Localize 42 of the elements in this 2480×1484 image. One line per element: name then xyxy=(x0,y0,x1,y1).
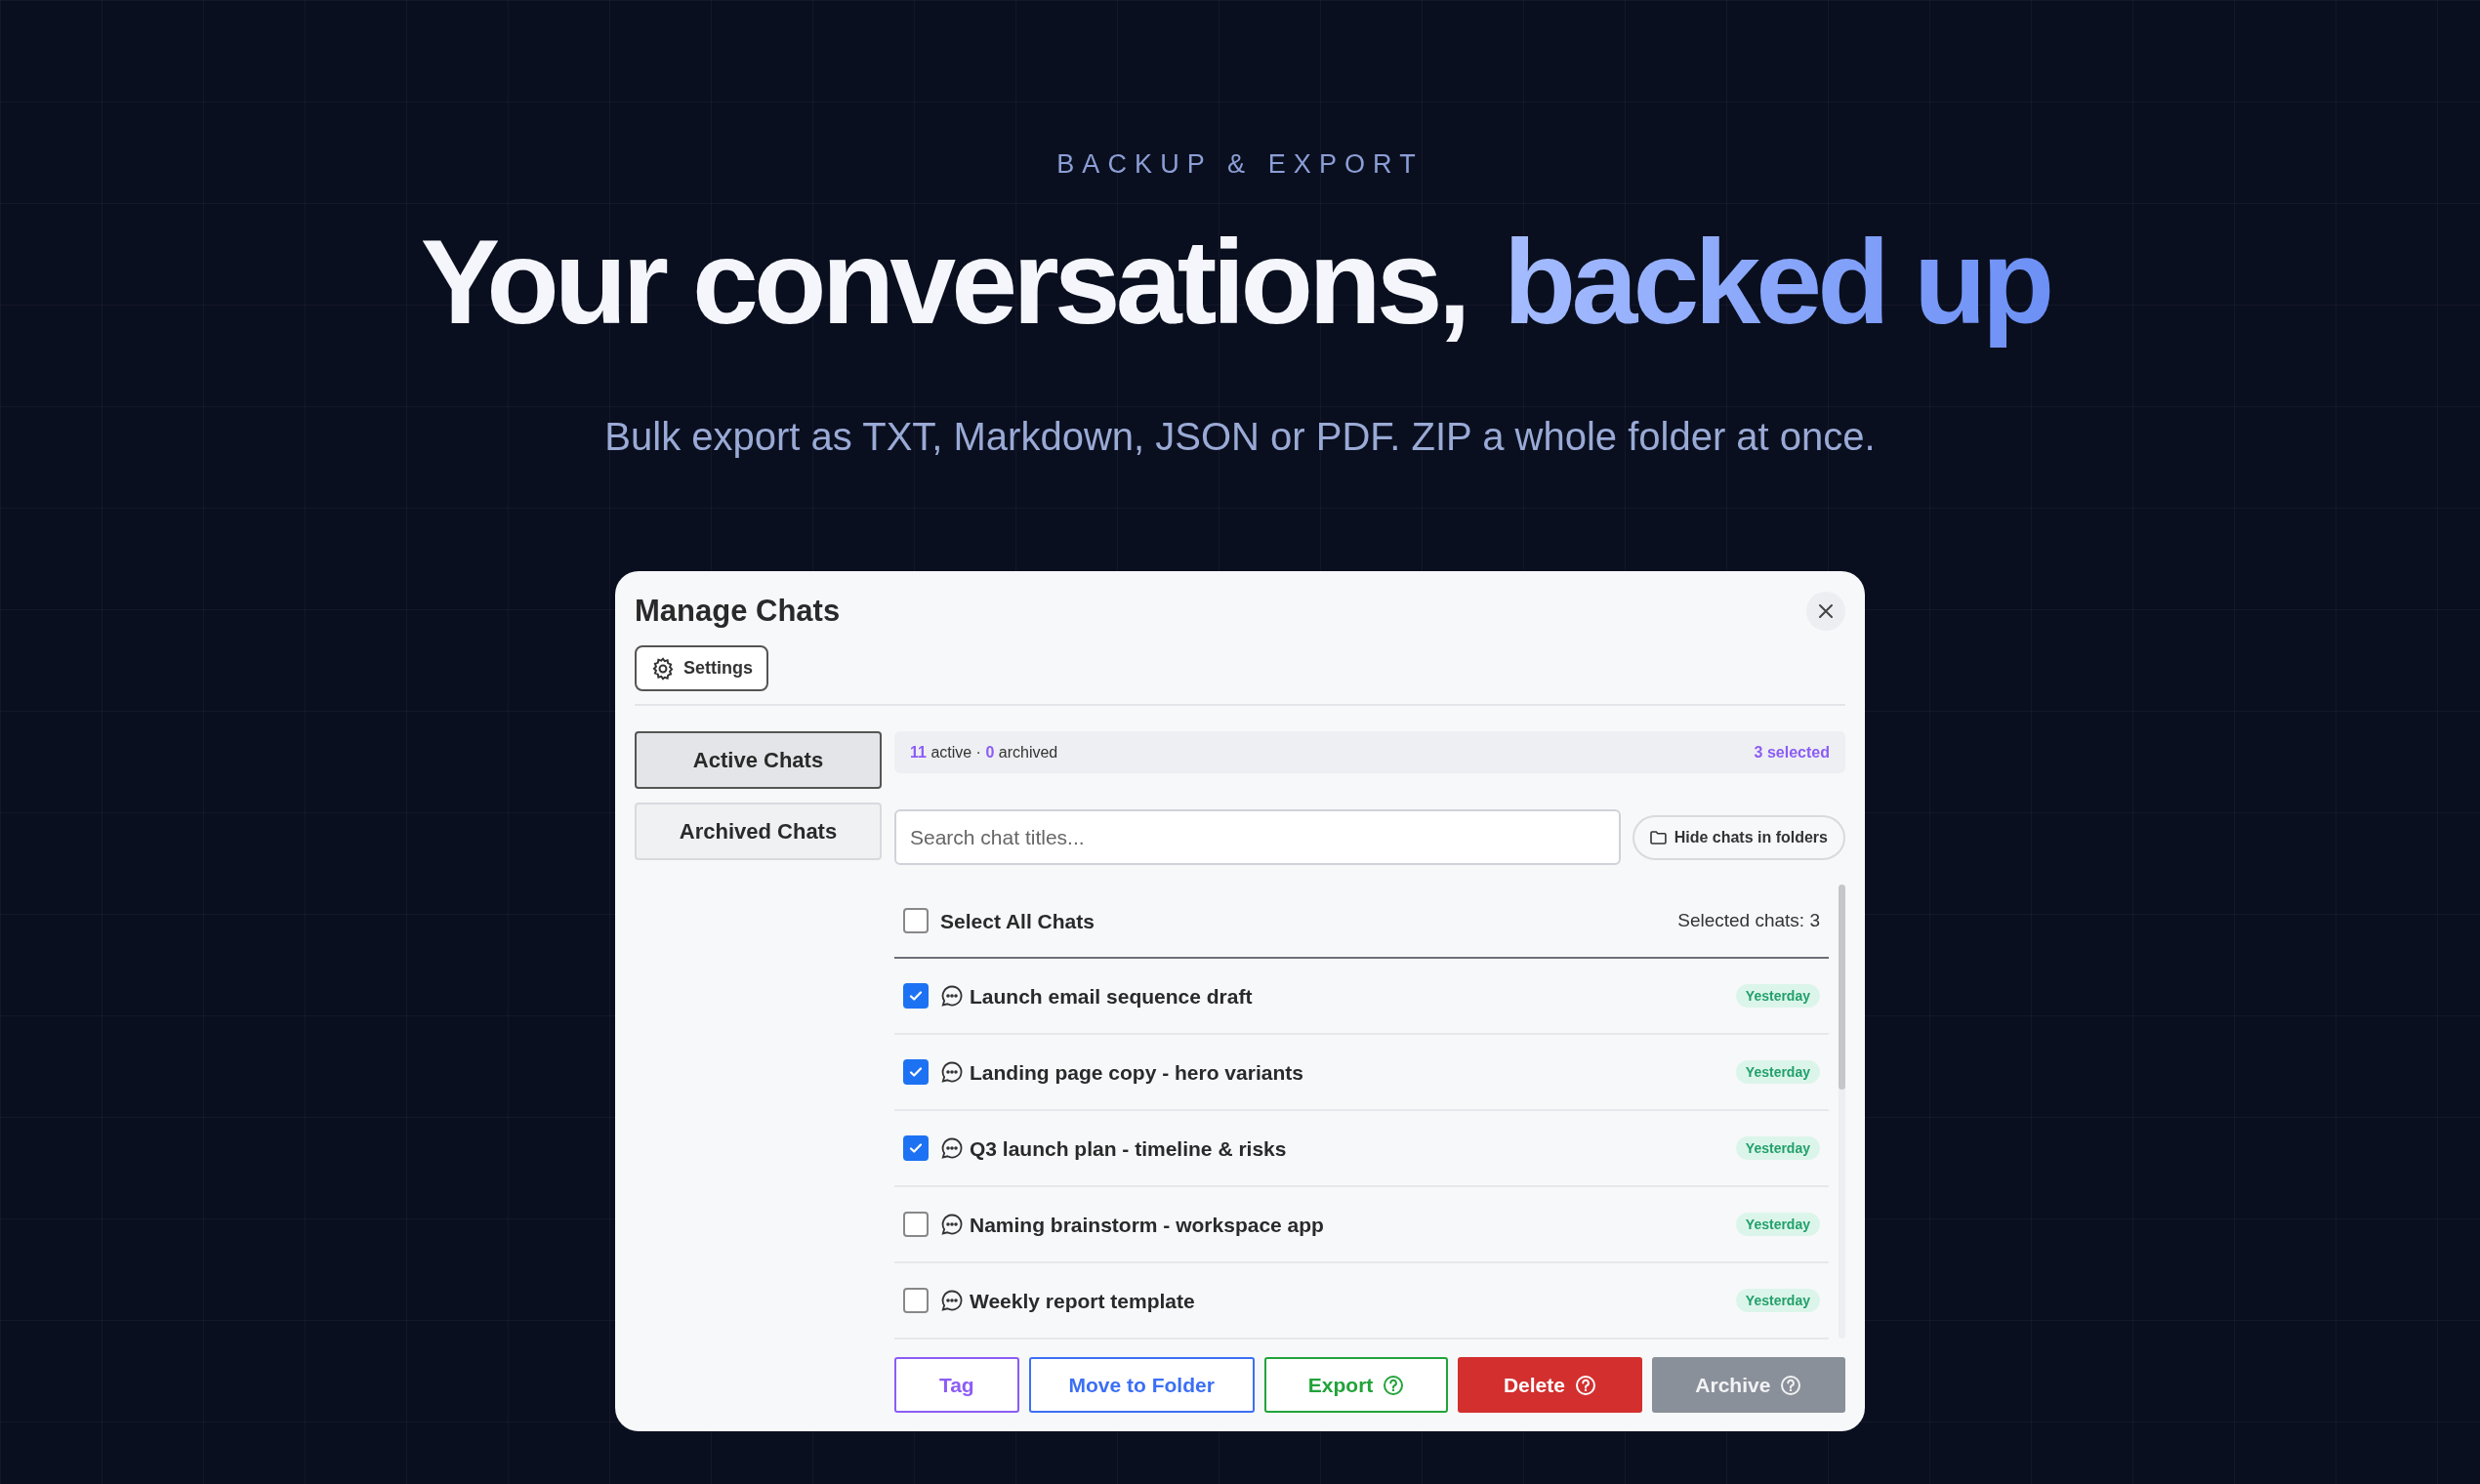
checkbox[interactable] xyxy=(903,983,929,1010)
date-badge: Yesterday xyxy=(1735,1136,1820,1161)
chat-title[interactable]: Weekly report template xyxy=(970,1285,1195,1317)
chat-bubble-icon xyxy=(940,1289,964,1313)
action-button[interactable]: Tag xyxy=(894,1357,1019,1414)
folder-icon xyxy=(1649,830,1667,845)
subtitle-text: Bulk export as TXT, Markdown, JSON or PDF. ZIP a whole folder at once. xyxy=(604,413,1876,460)
chat-title[interactable]: Landing page copy - hero variants xyxy=(970,1056,1303,1089)
selected-count: 3 selected xyxy=(1754,742,1830,763)
checkbox[interactable] xyxy=(903,1212,929,1238)
checkbox[interactable] xyxy=(903,1135,929,1162)
selected-chats-count: Selected chats: 3 xyxy=(1677,909,1820,933)
checkbox[interactable] xyxy=(903,908,929,934)
headline-text: Your conversations, xyxy=(420,214,1467,350)
action-button[interactable]: Move to Folder xyxy=(1028,1357,1255,1414)
scrollbar[interactable] xyxy=(1839,885,1845,1340)
date-badge: Yesterday xyxy=(1735,1289,1820,1313)
close-icon xyxy=(1817,602,1835,621)
chat-title[interactable]: Naming brainstorm - workspace app xyxy=(970,1209,1324,1241)
chat-bubble-icon xyxy=(940,1136,964,1161)
select-all-label: Select All Chats xyxy=(940,908,1095,934)
hide-folders-button[interactable]: Hide chats in folders xyxy=(1632,814,1845,860)
date-badge: Yesterday xyxy=(1735,1060,1820,1085)
search-field[interactable]: Search chat titles... xyxy=(894,809,1621,866)
stats-text: 11 active · 0 archived xyxy=(910,742,1058,763)
close-button[interactable] xyxy=(1806,592,1845,632)
chat-title[interactable]: Q3 launch plan - timeline & risks xyxy=(970,1133,1287,1165)
settings-button[interactable]: Settings xyxy=(635,645,768,692)
settings-icon xyxy=(650,655,676,681)
date-badge: Yesterday xyxy=(1735,1213,1820,1237)
checkbox[interactable] xyxy=(903,1059,929,1086)
checkbox[interactable] xyxy=(903,1288,929,1314)
dialog-title: Manage Chats xyxy=(635,592,841,630)
chat-bubble-icon xyxy=(940,1213,964,1237)
chat-bubble-icon xyxy=(940,984,964,1009)
tab-button[interactable]: Archived Chats xyxy=(635,803,882,861)
eyebrow-text: BACKUP & EXPORT xyxy=(1056,148,1424,181)
date-badge: Yesterday xyxy=(1735,984,1820,1009)
chat-title[interactable]: Launch email sequence draft xyxy=(970,980,1253,1012)
action-button[interactable]: Delete xyxy=(1458,1357,1642,1414)
tab-button[interactable]: Active Chats xyxy=(635,731,882,790)
chat-bubble-icon xyxy=(940,1060,964,1085)
